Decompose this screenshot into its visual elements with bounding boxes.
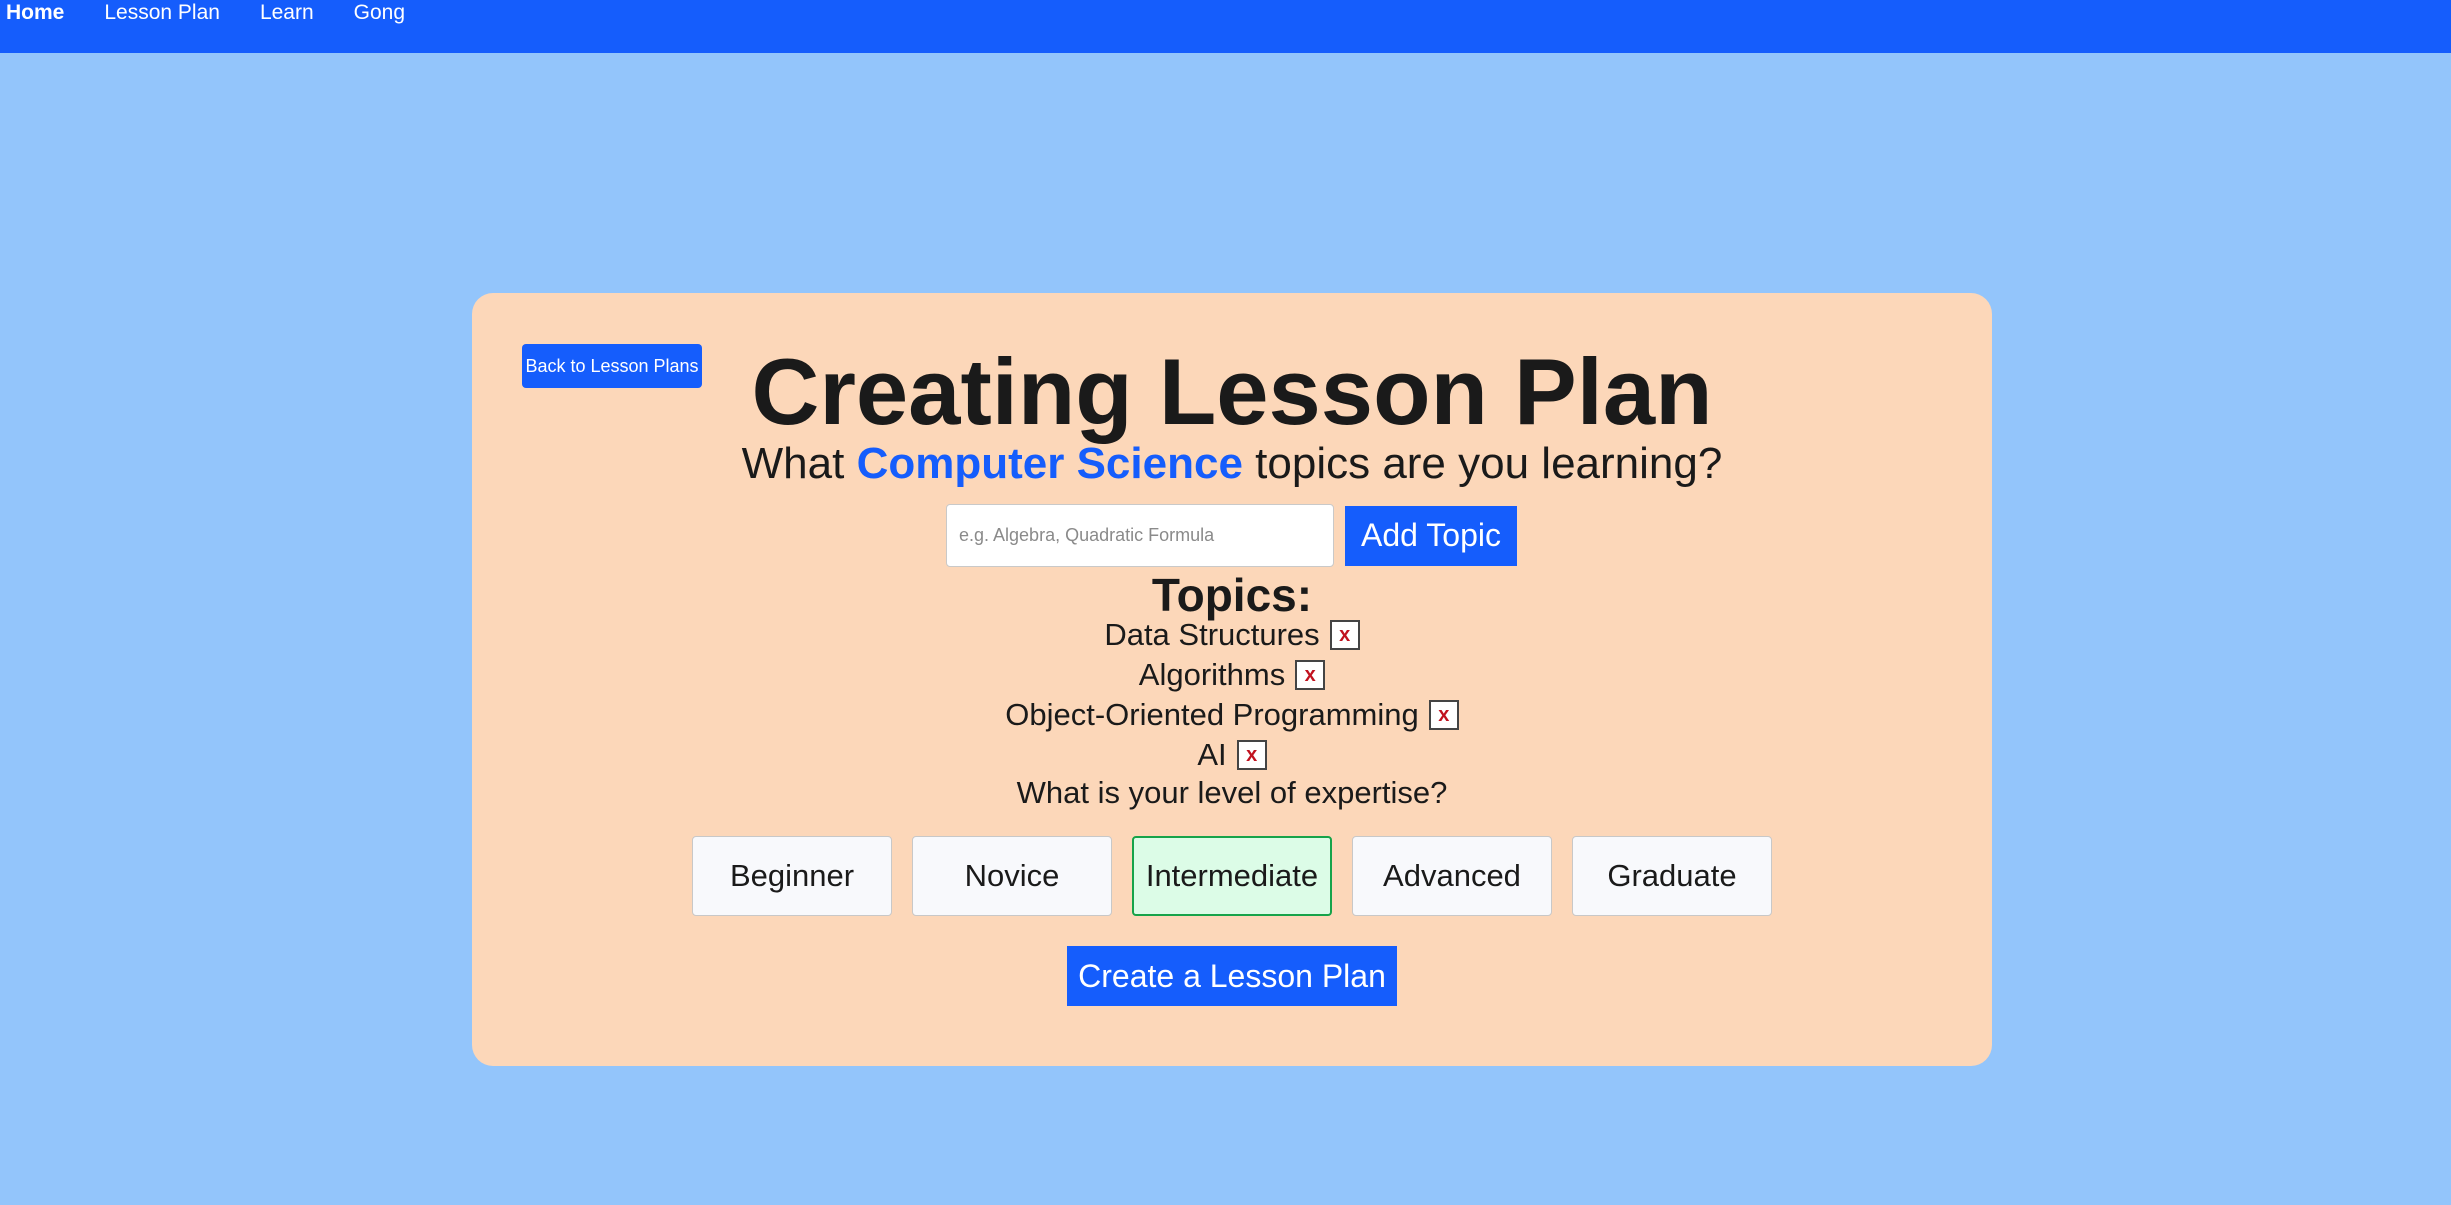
expertise-level-selector: Beginner Novice Intermediate Advanced Gr…	[692, 836, 1772, 916]
topic-label: Data Structures	[1104, 617, 1320, 652]
nav-learn[interactable]: Learn	[260, 0, 314, 26]
top-navbar: Home Lesson Plan Learn Gong	[0, 0, 2451, 53]
create-lesson-plan-button[interactable]: Create a Lesson Plan	[1067, 946, 1397, 1006]
level-novice-button[interactable]: Novice	[912, 836, 1112, 916]
level-graduate-button[interactable]: Graduate	[1572, 836, 1772, 916]
topic-item: Data Structures x	[472, 615, 1992, 655]
topic-item: Algorithms x	[472, 655, 1992, 695]
page-title: Creating Lesson Plan	[751, 339, 1713, 444]
remove-topic-button[interactable]: x	[1295, 660, 1326, 690]
level-intermediate-button[interactable]: Intermediate	[1132, 836, 1332, 916]
remove-topic-button[interactable]: x	[1428, 700, 1459, 730]
remove-topic-button[interactable]: x	[1236, 740, 1267, 770]
topic-input[interactable]	[946, 504, 1334, 567]
level-beginner-button[interactable]: Beginner	[692, 836, 892, 916]
remove-topic-button[interactable]: x	[1329, 620, 1360, 650]
nav-lesson-plan[interactable]: Lesson Plan	[104, 0, 220, 26]
topics-question: What Computer Science topics are you lea…	[472, 439, 1992, 489]
expertise-question: What is your level of expertise?	[1016, 775, 1448, 810]
subject-name: Computer Science	[856, 439, 1243, 488]
topic-label: AI	[1197, 737, 1227, 772]
topic-label: Algorithms	[1138, 657, 1286, 692]
topic-label: Object-Oriented Programming	[1005, 697, 1419, 732]
add-topic-button[interactable]: Add Topic	[1345, 505, 1517, 566]
topic-list: Data Structures x Algorithms x Object-Or…	[472, 615, 1992, 775]
topic-item: Object-Oriented Programming x	[472, 695, 1992, 735]
subtitle-suffix: topics are you learning?	[1242, 439, 1723, 488]
subtitle-prefix: What	[741, 439, 857, 488]
nav-gong[interactable]: Gong	[354, 0, 405, 26]
lesson-plan-card: Back to Lesson Plans Creating Lesson Pla…	[472, 293, 1992, 1066]
level-advanced-button[interactable]: Advanced	[1352, 836, 1552, 916]
nav-home[interactable]: Home	[6, 0, 64, 26]
topic-item: AI x	[472, 735, 1992, 775]
add-topic-row: Add Topic	[946, 504, 1517, 567]
